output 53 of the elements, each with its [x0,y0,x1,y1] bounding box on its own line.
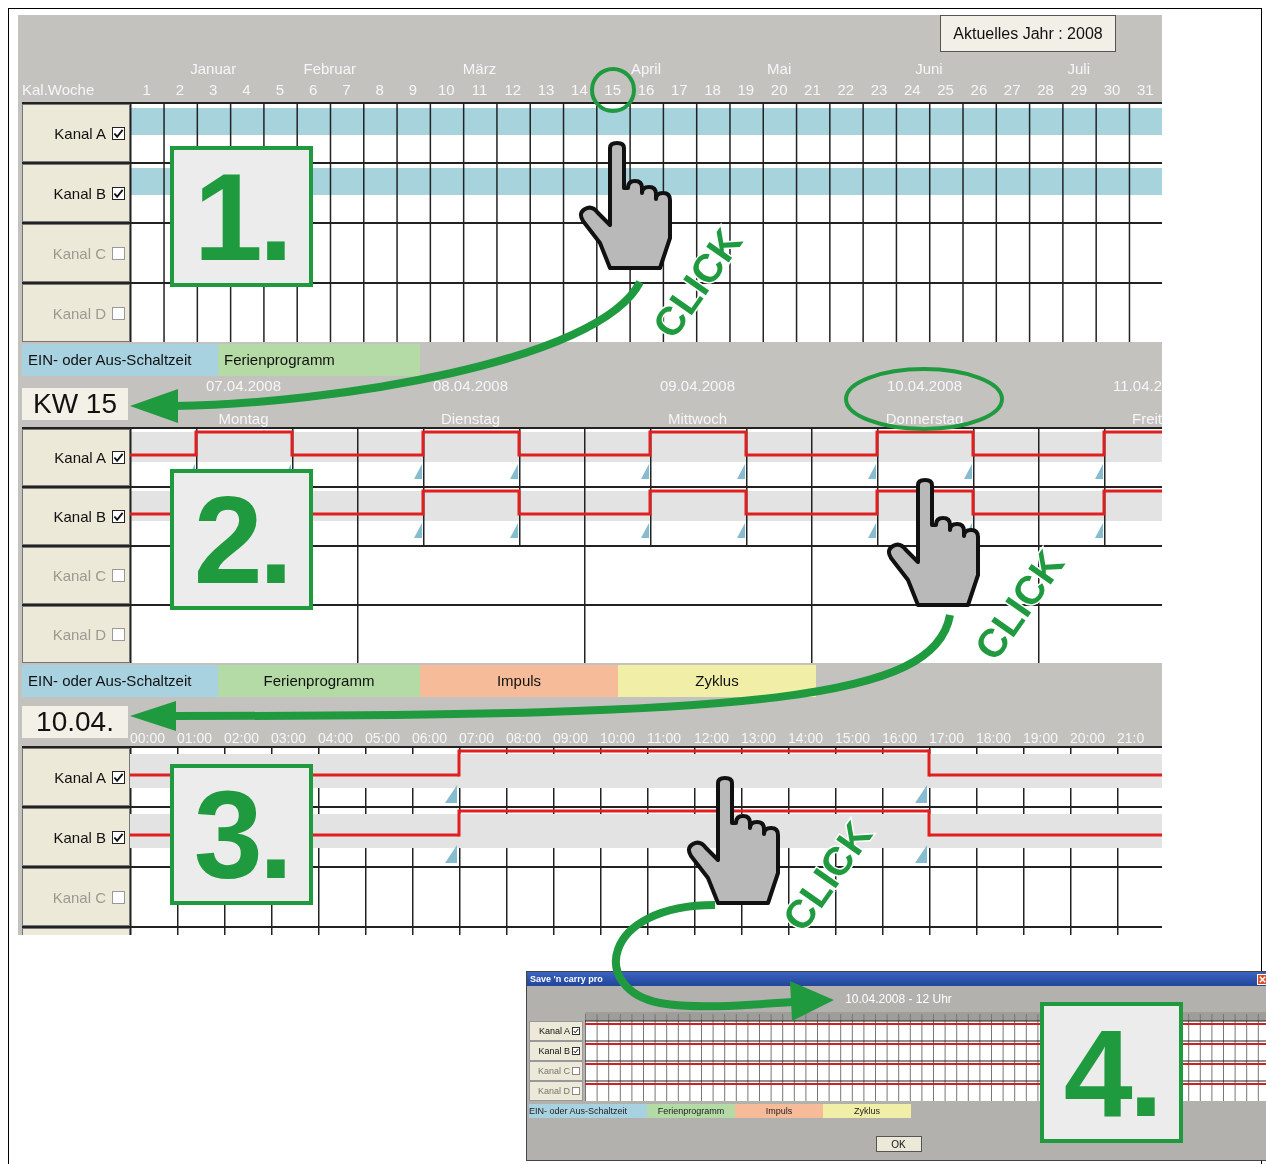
legend-item[interactable]: Impuls [735,1104,823,1118]
close-button[interactable] [1257,973,1266,985]
legend-item[interactable]: Ferienprogramm [647,1104,735,1118]
channel-name: Kanal D [537,1086,570,1096]
checkbox[interactable] [112,569,125,582]
step-number-box: 4. [1040,1002,1183,1143]
channel-name: Kanal A [54,768,106,786]
step-number-box: 3. [170,764,313,905]
year-label: Aktuelles Jahr : 2008 [940,15,1116,52]
checkbox[interactable] [572,1087,580,1095]
channel-name: Kanal B [53,508,106,525]
legend-item[interactable]: Ferienprogramm [218,664,420,697]
channel-name: Kanal A [538,1026,570,1036]
checkbox[interactable] [112,628,125,641]
checkbox[interactable] [112,451,125,464]
schedule-grid[interactable] [130,104,1162,162]
checkbox[interactable] [572,1047,580,1055]
checkbox[interactable] [572,1027,580,1035]
checkbox[interactable] [112,770,125,784]
checkbox[interactable] [112,510,125,523]
checkbox[interactable] [112,306,125,320]
step-number-box: 1. [170,146,313,287]
channel-name: Kanal D [52,626,106,643]
channel-name: Kanal C [52,244,106,262]
legend-item[interactable]: Zyklus [823,1104,911,1118]
channel-name: Kanal B [53,184,106,202]
channel-name: Kanal C [52,567,106,584]
channel-name: Kanal D [52,304,106,322]
checkbox[interactable] [112,186,125,200]
channel-name: Kanal B [53,828,106,846]
checkbox[interactable] [112,246,125,260]
legend-item[interactable]: EIN- oder Aus-Schaltzeit [22,664,218,697]
channel-name: Kanal A [54,449,106,466]
checkbox[interactable] [112,126,125,140]
channel-name: Kanal B [538,1046,570,1056]
week-label: KW 15 [22,388,128,420]
channel-name: Kanal A [54,124,106,142]
day-label: 10.04. [22,706,128,738]
dialog-subtitle: 10.04.2008 - 12 Uhr [845,992,952,1006]
window-title: Save 'n carry pro [530,974,603,984]
step-number-box: 2. [170,469,313,610]
legend-item[interactable]: EIN- oder Aus-Schaltzeit [529,1104,647,1118]
channel-name: Kanal C [52,888,106,906]
legend-item[interactable]: Ferienprogramm [218,343,420,376]
channel-name: Kanal C [537,1066,570,1076]
checkbox[interactable] [572,1067,580,1075]
checkbox[interactable] [112,890,125,904]
legend-item[interactable]: Zyklus [618,664,816,697]
legend-item[interactable]: Impuls [420,664,618,697]
checkbox[interactable] [112,830,125,844]
ok-button[interactable]: OK [875,1136,922,1152]
hand-cursor-icon [685,775,782,907]
legend-item[interactable]: EIN- oder Aus-Schaltzeit [22,343,218,376]
